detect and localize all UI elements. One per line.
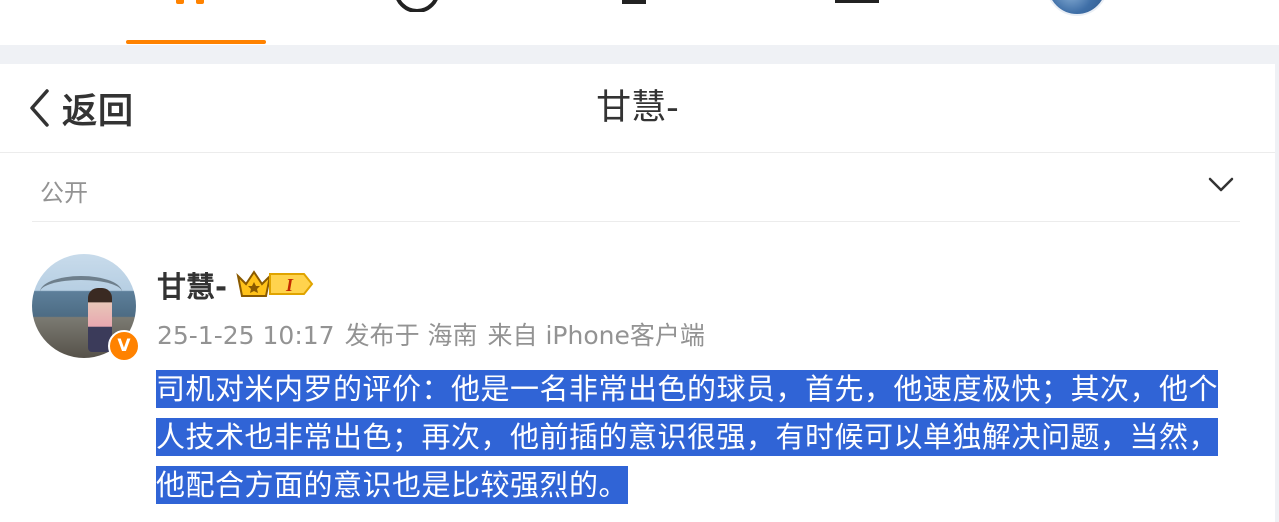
chevron-down-icon — [1208, 177, 1234, 192]
nav-home[interactable] — [126, 0, 266, 45]
level-badge-text: I — [285, 275, 294, 295]
post-text: 司机对米内罗的评价：他是一名非常出色的球员，首先，他速度极快；其次，他个人技术也… — [156, 365, 1246, 509]
page-title: 甘慧- — [596, 88, 679, 128]
verified-badge: V — [108, 330, 140, 362]
user-avatar[interactable]: V — [32, 254, 140, 362]
top-nav — [0, 0, 1279, 45]
crown-icon[interactable]: I — [236, 266, 316, 300]
back-label: 返回 — [62, 91, 135, 132]
chevron-left-icon — [30, 89, 49, 127]
avatar — [1046, 0, 1108, 16]
back-button[interactable]: 返回 — [28, 84, 134, 132]
post-time[interactable]: 25-1-25 10:17 — [157, 321, 335, 350]
post-meta: 25-1-25 10:17 发布于 海南 来自 iPhone客户端 — [157, 316, 715, 352]
detail-header: 甘慧- 返回 — [0, 64, 1275, 153]
write-icon — [835, 0, 879, 3]
active-tab-indicator — [126, 40, 266, 44]
nav-video[interactable] — [394, 0, 440, 45]
nav-message[interactable] — [620, 0, 650, 45]
video-icon — [396, 0, 438, 12]
post-username[interactable]: 甘慧- — [157, 264, 227, 306]
post-location: 发布于 海南 — [344, 321, 478, 350]
nav-write[interactable] — [834, 0, 880, 45]
post-source: 来自 iPhone客户端 — [487, 321, 705, 350]
message-icon — [622, 0, 646, 4]
post-text-selected: 司机对米内罗的评价：他是一名非常出色的球员，首先，他速度极快；其次，他个人技术也… — [156, 370, 1219, 504]
nav-profile[interactable] — [1046, 0, 1108, 45]
visibility-label: 公开 — [40, 179, 88, 207]
visibility-selector[interactable]: 公开 — [32, 153, 1240, 222]
home-icon — [176, 0, 204, 4]
